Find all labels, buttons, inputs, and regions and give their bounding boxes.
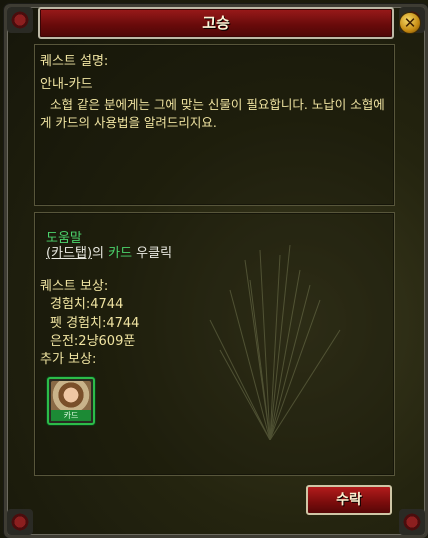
corner-ornament — [399, 509, 425, 535]
accept-button[interactable]: 수락 — [306, 485, 392, 515]
rewards-heading: 퀘스트 보상: — [40, 279, 109, 294]
window-title: 고승 — [202, 14, 230, 32]
card-tab-link[interactable]: (카드탭) — [46, 246, 92, 261]
close-icon: ✕ — [403, 14, 417, 32]
help-line: (카드탭)의 카드 우클릭 — [46, 245, 172, 263]
help-text-mid: 의 — [92, 246, 109, 261]
grass-background-art — [209, 244, 341, 440]
extra-rewards-heading: 추가 보상: — [40, 352, 97, 367]
reward-item-slot[interactable]: 카드 — [47, 377, 95, 425]
corner-ornament — [7, 509, 33, 535]
quest-description-text: 소협 같은 분에게는 그에 맞는 신물이 필요합니다. 노납이 소협에게 카드의… — [40, 97, 385, 130]
item-tag: 카드 — [51, 410, 91, 421]
help-keyword: 카드 — [108, 246, 133, 261]
quest-name: 안내-카드 — [40, 77, 93, 92]
quest-window: 고승 ✕ 퀘스트 설명: 안내-카드 소협 같은 분에게는 그에 맞는 신물이 … — [0, 0, 428, 538]
close-button[interactable]: ✕ — [399, 12, 421, 34]
reward-exp: 경험치:4744 — [50, 297, 124, 312]
title-bar[interactable]: 고승 — [38, 7, 394, 39]
corner-ornament — [7, 7, 33, 33]
help-text-end: 우클릭 — [132, 246, 173, 261]
description-heading: 퀘스트 설명: — [40, 54, 109, 69]
reward-pet-exp: 펫 경험치:4744 — [50, 316, 140, 331]
reward-money: 은전:2냥609푼 — [50, 334, 136, 349]
